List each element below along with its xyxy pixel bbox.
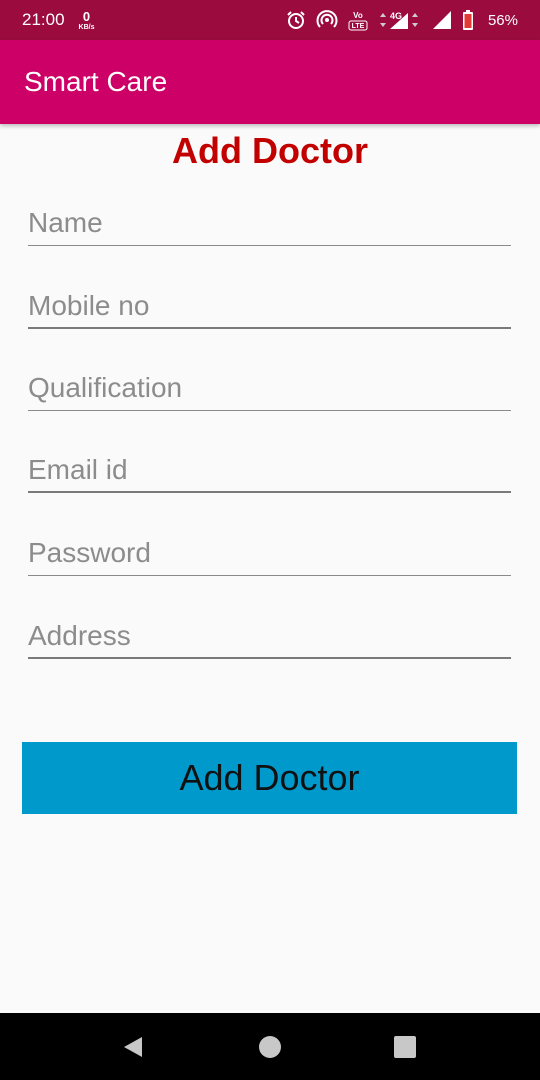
svg-text:Vo: Vo (353, 11, 363, 20)
email-field-underline (28, 491, 511, 493)
address-field-container (28, 599, 511, 659)
mobile-field-container (28, 269, 511, 329)
mobile-field[interactable] (28, 269, 511, 329)
email-field-container (28, 433, 511, 493)
name-field-underline (28, 245, 511, 246)
name-field-container (28, 186, 511, 246)
password-field[interactable] (28, 516, 511, 576)
navigation-bar (0, 1013, 540, 1080)
qualification-field[interactable] (28, 351, 511, 411)
network-4g-icon: 4G (378, 9, 422, 31)
signal-icon (432, 10, 452, 30)
address-field-underline (28, 657, 511, 659)
add-doctor-button[interactable]: Add Doctor (22, 742, 517, 814)
back-icon[interactable] (121, 1035, 145, 1059)
password-field-container (28, 516, 511, 576)
email-field[interactable] (28, 433, 511, 493)
status-time: 21:00 (22, 10, 65, 29)
name-field[interactable] (28, 186, 511, 246)
password-field-underline (28, 575, 511, 576)
address-field[interactable] (28, 599, 511, 659)
battery-percent: 56% (487, 11, 518, 29)
network-speed-value: 0 (82, 8, 91, 24)
mobile-field-underline (28, 327, 511, 329)
status-bar: 21:00 0 KB/s Vo LTE 4G 56% (0, 0, 540, 40)
network-speed: 0 KB/s (79, 10, 95, 31)
recents-icon[interactable] (393, 1035, 417, 1059)
app-title: Smart Care (24, 66, 168, 97)
battery-icon (462, 10, 474, 30)
network-speed-unit: KB/s (78, 23, 95, 31)
qualification-field-container (28, 351, 511, 411)
status-icons: Vo LTE 4G 56% (286, 9, 518, 31)
svg-text:4G: 4G (390, 11, 402, 21)
hotspot-icon (316, 10, 338, 30)
app-bar: Smart Care (0, 40, 540, 124)
alarm-icon (286, 10, 306, 30)
volte-icon: Vo LTE (348, 9, 368, 31)
svg-text:LTE: LTE (352, 23, 365, 30)
qualification-field-underline (28, 410, 511, 411)
home-icon[interactable] (258, 1035, 282, 1059)
page-title: Add Doctor (172, 130, 368, 171)
